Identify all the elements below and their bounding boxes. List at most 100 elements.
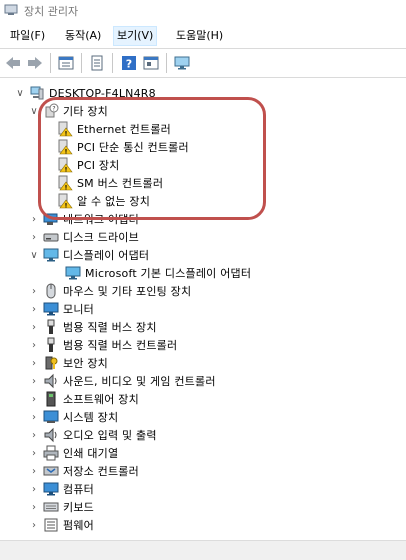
- forward-arrow-icon[interactable]: [26, 54, 44, 72]
- device-ethernet-controller[interactable]: ! Ethernet 컨트롤러: [54, 120, 171, 138]
- speaker-icon: [44, 373, 57, 389]
- computer-icon: [30, 86, 44, 100]
- svg-text:?: ?: [52, 106, 55, 113]
- svg-text:?: ?: [126, 58, 132, 71]
- chevron-right-icon[interactable]: ›: [28, 354, 40, 372]
- chevron-right-icon[interactable]: ›: [28, 480, 40, 498]
- category-usb-controllers[interactable]: › 범용 직렬 버스 컨트롤러: [28, 336, 177, 354]
- svg-text:!: !: [65, 203, 68, 210]
- category-mice[interactable]: › 마우스 및 기타 포인팅 장치: [28, 282, 191, 300]
- help-icon[interactable]: ?: [120, 54, 138, 72]
- device-tree: ∨ DESKTOP-F4LN4R8 ∨ ? 기타 장치 ! Ethernet 컨…: [0, 80, 406, 536]
- category-computer[interactable]: › 컴퓨터: [28, 480, 94, 498]
- category-other-devices[interactable]: ∨ ? 기타 장치: [28, 102, 108, 120]
- device-label: Microsoft 기본 디스플레이 어댑터: [85, 267, 252, 280]
- warning-device-icon: !: [58, 157, 73, 174]
- category-network-adapters[interactable]: › 네트워크 어댑터: [28, 210, 139, 228]
- scan-hardware-icon[interactable]: [142, 54, 160, 72]
- device-sm-bus-controller[interactable]: ! SM 버스 컨트롤러: [54, 174, 163, 192]
- category-label: 디스크 드라이브: [63, 231, 139, 244]
- category-disk-drives[interactable]: › 디스크 드라이브: [28, 228, 139, 246]
- chevron-right-icon[interactable]: ›: [28, 336, 40, 354]
- category-storage-controllers[interactable]: › 저장소 컨트롤러: [28, 462, 139, 480]
- back-arrow-icon[interactable]: [4, 54, 22, 72]
- chevron-right-icon[interactable]: ›: [28, 408, 40, 426]
- device-label: SM 버스 컨트롤러: [77, 177, 164, 190]
- security-key-icon: [45, 356, 58, 370]
- title-bar: 장치 관리자: [0, 0, 406, 22]
- category-label: 기타 장치: [63, 105, 108, 118]
- device-label: PCI 단순 통신 컨트롤러: [77, 141, 189, 154]
- mouse-icon: [46, 283, 56, 299]
- category-label: 사운드, 비디오 및 게임 컨트롤러: [63, 375, 216, 388]
- device-label: 알 수 없는 장치: [77, 195, 151, 208]
- device-unknown-device[interactable]: ! 알 수 없는 장치: [54, 192, 150, 210]
- chevron-right-icon[interactable]: ›: [28, 300, 40, 318]
- svg-text:!: !: [65, 167, 68, 174]
- menu-file[interactable]: 파일(F): [7, 27, 48, 45]
- device-microsoft-basic-display-adapter[interactable]: Microsoft 기본 디스플레이 어댑터: [62, 264, 251, 282]
- category-system-devices[interactable]: › 시스템 장치: [28, 408, 118, 426]
- device-pci-simple-comm-controller[interactable]: ! PCI 단순 통신 컨트롤러: [54, 138, 189, 156]
- category-label: 인쇄 대기열: [63, 447, 119, 460]
- tree-root[interactable]: ∨ DESKTOP-F4LN4R8: [14, 84, 156, 102]
- menu-view[interactable]: 보기(V): [113, 26, 158, 46]
- category-firmware[interactable]: › 펌웨어: [28, 516, 94, 534]
- category-label: 디스플레이 어댑터: [63, 249, 150, 262]
- chevron-right-icon[interactable]: ›: [28, 390, 40, 408]
- firmware-icon: [44, 518, 58, 532]
- menu-action[interactable]: 동작(A): [62, 27, 104, 45]
- category-usb-devices[interactable]: › 범용 직렬 버스 장치: [28, 318, 157, 336]
- chevron-right-icon[interactable]: ›: [28, 372, 40, 390]
- category-sound-video-game[interactable]: › 사운드, 비디오 및 게임 컨트롤러: [28, 372, 216, 390]
- toolbar-separator-line: [0, 77, 406, 78]
- monitor-icon[interactable]: [173, 54, 191, 72]
- properties-grid-icon[interactable]: [57, 54, 75, 72]
- category-print-queues[interactable]: › 인쇄 대기열: [28, 444, 118, 462]
- toolbar-separator: [81, 53, 82, 73]
- chevron-right-icon[interactable]: ›: [28, 426, 40, 444]
- chevron-right-icon[interactable]: ›: [28, 444, 40, 462]
- category-label: 모니터: [63, 303, 94, 316]
- category-security-devices[interactable]: › 보안 장치: [28, 354, 108, 372]
- chevron-down-icon[interactable]: ∨: [28, 102, 40, 120]
- window-title: 장치 관리자: [24, 5, 79, 18]
- category-display-adapters[interactable]: ∨ 디스플레이 어댑터: [28, 246, 149, 264]
- chevron-right-icon[interactable]: ›: [28, 210, 40, 228]
- display-adapter-icon: [65, 266, 81, 280]
- warning-device-icon: !: [58, 193, 73, 210]
- toolbar-separator: [112, 53, 113, 73]
- chevron-right-icon[interactable]: ›: [28, 282, 40, 300]
- category-monitors[interactable]: › 모니터: [28, 300, 94, 318]
- printer-icon: [43, 445, 59, 461]
- menu-help[interactable]: 도움말(H): [173, 27, 226, 45]
- category-software-devices[interactable]: › 소프트웨어 장치: [28, 390, 139, 408]
- status-bar: [0, 540, 406, 560]
- category-audio-io[interactable]: › 오디오 입력 및 출력: [28, 426, 157, 444]
- warning-device-icon: !: [58, 121, 73, 138]
- chevron-right-icon[interactable]: ›: [28, 462, 40, 480]
- chevron-down-icon[interactable]: ∨: [28, 246, 40, 264]
- usb-icon: [47, 319, 55, 334]
- chevron-right-icon[interactable]: ›: [28, 498, 40, 516]
- chevron-right-icon[interactable]: ›: [28, 228, 40, 246]
- chevron-right-icon[interactable]: ›: [28, 318, 40, 336]
- category-label: 키보드: [63, 501, 94, 514]
- category-label: 컴퓨터: [63, 483, 94, 496]
- document-icon[interactable]: [88, 54, 106, 72]
- category-label: 펌웨어: [63, 519, 94, 532]
- svg-text:!: !: [65, 131, 68, 138]
- computer-name: DESKTOP-F4LN4R8: [49, 86, 156, 100]
- category-label: 오디오 입력 및 출력: [63, 429, 157, 442]
- menu-separator: [0, 48, 406, 49]
- software-device-icon: [46, 391, 56, 407]
- usb-icon: [47, 337, 55, 352]
- category-keyboards[interactable]: › 키보드: [28, 498, 94, 516]
- chevron-down-icon[interactable]: ∨: [14, 84, 26, 102]
- chevron-right-icon[interactable]: ›: [28, 516, 40, 534]
- category-label: 네트워크 어댑터: [63, 213, 139, 226]
- network-adapter-icon: [43, 213, 58, 225]
- svg-text:!: !: [65, 149, 68, 156]
- category-label: 보안 장치: [63, 357, 108, 370]
- device-pci-device[interactable]: ! PCI 장치: [54, 156, 120, 174]
